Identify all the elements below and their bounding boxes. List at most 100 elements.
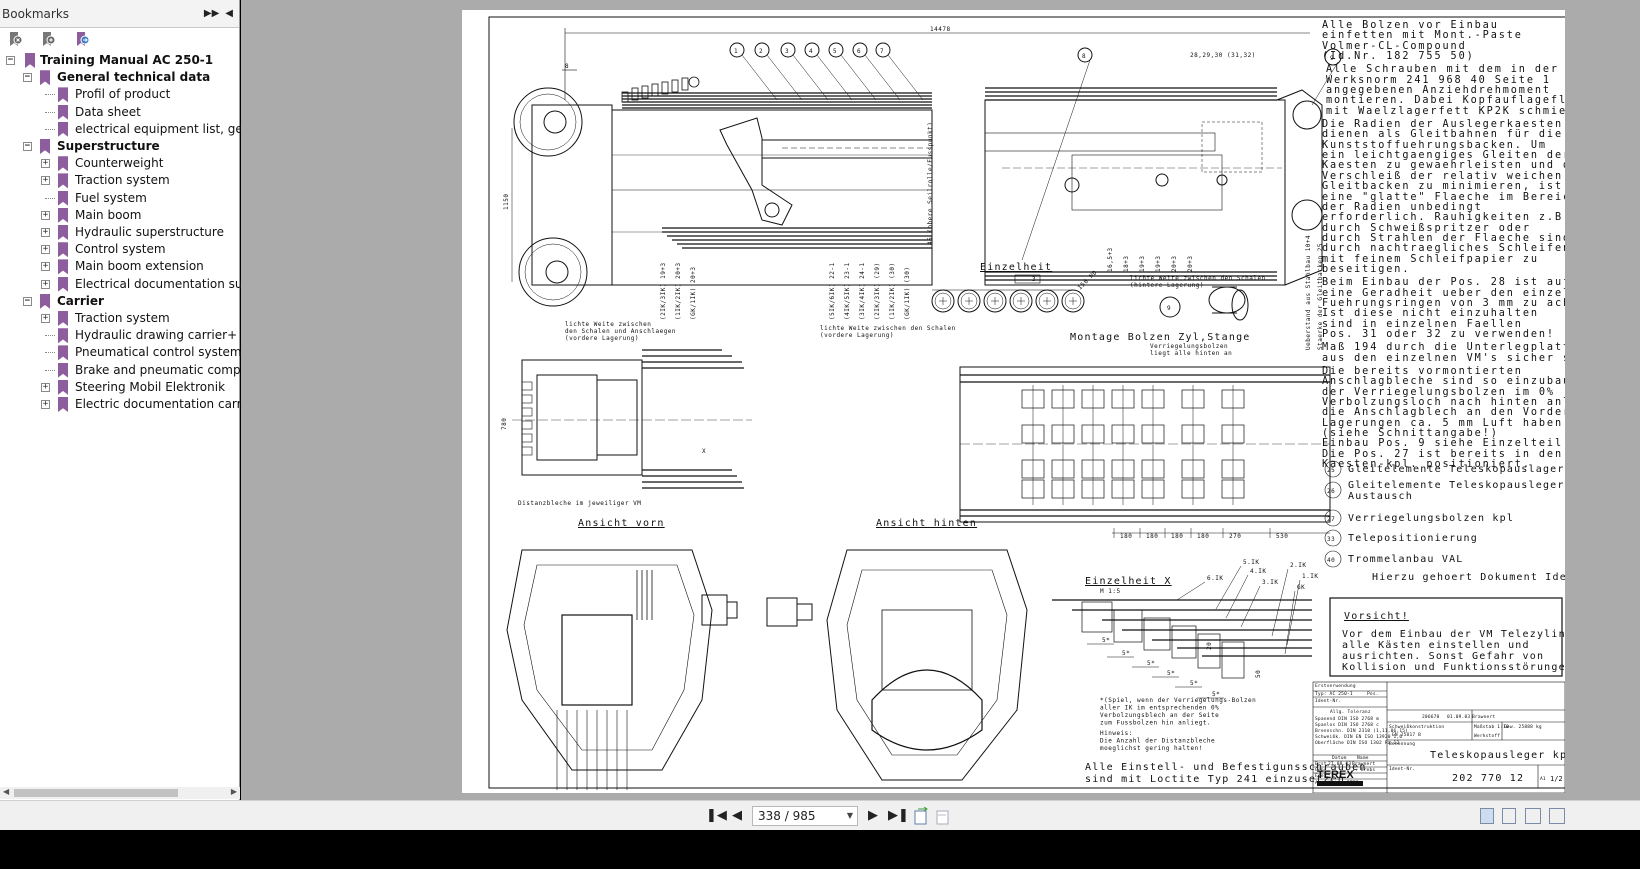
svg-text:Pos.: Pos. [1367,691,1379,697]
bookmark-item[interactable]: + Electrical documentation superstructure [0,276,317,293]
single-page-view-button[interactable] [1480,808,1494,824]
bookmark-item[interactable]: + Main boom extension [0,258,240,275]
gap-label: 19+3 [1155,256,1162,272]
scrollbar-thumb[interactable] [14,789,178,797]
expand-icon[interactable]: + [41,279,50,289]
dimension-total-length: 14478 8 [562,26,1310,100]
expand-icon[interactable]: + [41,262,50,272]
inner-box-label: 5.IK [1243,559,1259,566]
add-bookmark-icon[interactable] [41,31,57,47]
first-page-button[interactable]: ❚◀ [706,807,727,825]
collapse-icon[interactable]: − [23,142,32,151]
collapse-icon[interactable]: − [23,296,32,306]
gap-labels: (2IK/3IK) 19+3 (1IK/2IK) 20+3 (GK/1IK) 20+… [660,247,1194,320]
bookmark-item[interactable]: + Traction system [0,172,240,189]
expand-icon[interactable]: + [41,159,50,169]
gap-5-label: 5* [1102,637,1110,644]
legend-number: 26 [1327,488,1335,495]
bookmark-label: Main boom extension [75,259,204,274]
svg-text:M 1:5: M 1:5 [1100,588,1121,595]
scroll-right-icon[interactable]: ▶ [231,787,237,796]
svg-text:9: 9 [1167,305,1171,312]
svg-text:liegt alle hinten an: liegt alle hinten an [1150,350,1232,357]
document-view[interactable]: 14478 8 1150 45 (obere Seilrolle/Fusspun… [241,0,1640,800]
collapse-icon[interactable]: − [23,73,32,83]
bookmark-item[interactable]: − Superstructure [0,138,240,155]
bookmark-item[interactable]: Fuel system [0,190,240,207]
bookmark-icon [58,173,68,189]
gap-label: 18+3 [1123,256,1130,272]
previous-view-icon[interactable] [912,807,930,825]
legend-text: Gleitelemente Teleskopausleger [1348,480,1565,491]
bookmark-item[interactable]: Pneumatical control system [0,344,242,361]
bookmark-item[interactable]: + Steering Mobil Elektronik [0,379,240,396]
gap-label: 16,5+3 [1107,247,1114,272]
gap-label: (2IK/3IK) (29) [874,262,881,320]
bookmark-item[interactable]: + Traction system [0,310,240,327]
plan-dimension: 270 [1229,533,1241,540]
bookmark-icon [58,397,68,412]
expand-icon[interactable]: + [41,245,50,255]
legend-text: Verriegelungsbolzen kpl [1348,513,1514,524]
bookmark-item[interactable]: Brake and pneumatic components [0,362,281,379]
collapse-icon[interactable]: − [6,56,15,65]
bookmark-label: Carrier [57,293,104,308]
gap-label: (5IK/6IK) 22-1 [829,262,836,320]
bookmark-item[interactable]: + Control system [0,241,240,258]
last-page-button[interactable]: ▶❚ [888,807,909,825]
bookmark-icon [40,70,50,86]
svg-text:Spanend DIN ISO 2768 m: Spanend DIN ISO 2768 m [1315,716,1379,722]
svg-text:Brawnert: Brawnert [1352,761,1375,767]
position-balloon: 7 [880,48,884,55]
position-balloon: 6 [857,48,861,55]
expand-icon[interactable]: + [41,228,50,237]
bookmark-item[interactable]: − Carrier [0,293,240,310]
collapse-panel-icon[interactable]: ◀ [225,8,233,19]
facing-view-button[interactable] [1525,808,1541,824]
bookmark-item[interactable]: + Counterweight [0,155,240,172]
bookmark-label: Traction system [75,173,170,188]
previous-page-button[interactable]: ◀ [732,807,742,825]
bookmark-item[interactable]: Profil of product [0,86,240,103]
position-balloon: 4 [809,48,813,55]
continuous-view-button[interactable] [1502,808,1516,824]
expand-icon[interactable]: + [41,210,50,220]
scroll-left-icon[interactable]: ◀ [3,787,9,796]
bookmark-item[interactable]: Data sheet [0,104,240,121]
bookmark-icon [58,87,68,103]
bookmarks-horizontal-scrollbar[interactable]: ◀ ▶ [0,787,240,799]
bookmark-item[interactable]: − Training Manual AC 250-1 [0,52,240,69]
expand-icon[interactable]: + [41,400,50,409]
continuous-facing-view-button[interactable] [1549,808,1565,824]
svg-text:Benennung: Benennung [1389,741,1415,747]
legend-text: Telepositionierung [1348,533,1478,544]
legend-number: 40 [1327,557,1335,564]
expand-icon[interactable]: + [41,382,50,392]
svg-text:lichte Weite zwischen den Scha: lichte Weite zwischen den Schalen [1130,275,1266,282]
next-page-button[interactable]: ▶ [868,807,878,825]
bookmark-label: Hydraulic superstructure [75,225,224,239]
plan-dimension: 180 [1120,533,1132,540]
svg-text:TEREX: TEREX [1317,769,1354,781]
bookmark-item[interactable]: Hydraulic drawing carrier+ pompe [0,327,283,344]
expand-panel-icon[interactable]: ▶▶ [204,8,219,19]
plan-view-locking: 180 180 180 180 270 530 [959,366,1331,540]
delete-bookmark-icon[interactable] [8,31,24,47]
expand-icon[interactable]: + [41,314,50,323]
page-number-input[interactable]: 338 / 985 ▼ [752,806,858,826]
bookmark-label: Profil of product [75,87,171,102]
bookmark-item[interactable]: + Electric documentation carrier [0,396,257,413]
chevron-down-icon[interactable]: ▼ [847,807,853,825]
bookmark-item[interactable]: electrical equipment list, general [0,121,273,138]
goto-bookmark-icon[interactable] [75,31,91,47]
inner-box-label: 6.IK [1207,575,1223,582]
caution-line: ausrichten. Sonst Gefahr von [1342,651,1544,662]
bookmark-item[interactable]: + Main boom [0,207,240,224]
expand-icon[interactable]: + [41,176,50,186]
next-view-icon[interactable] [934,807,952,825]
bookmark-item[interactable]: + Hydraulic superstructure [0,224,240,241]
gap-5-label: 5* [1122,650,1130,657]
bookmark-item[interactable]: − General technical data [0,69,240,86]
position-balloon: 3 [785,48,789,55]
svg-text:27.08.03: 27.08.03 [1328,761,1351,767]
